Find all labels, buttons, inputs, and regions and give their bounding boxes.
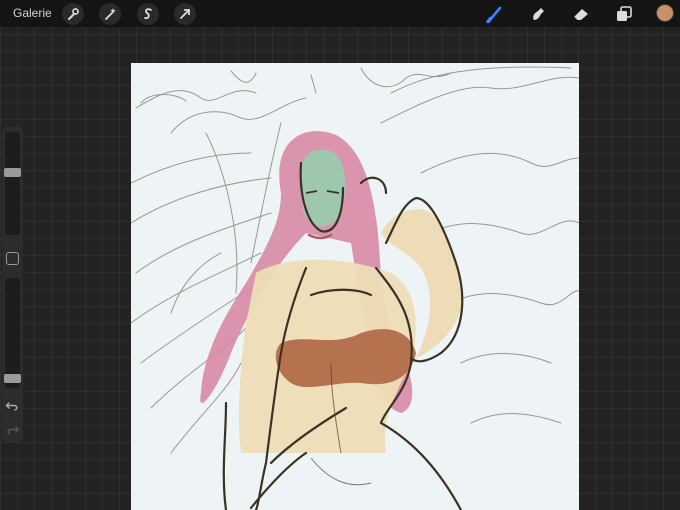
redo-icon[interactable] (5, 424, 20, 436)
smudge-icon[interactable] (527, 3, 549, 25)
color-picker-swatch[interactable] (656, 4, 674, 22)
brush-size-slider[interactable] (4, 132, 21, 235)
selection-s-icon[interactable] (137, 3, 159, 25)
side-toolbar (2, 127, 23, 442)
opacity-handle[interactable] (4, 374, 21, 383)
magic-wand-icon[interactable] (99, 3, 121, 25)
eraser-icon[interactable] (570, 3, 592, 25)
modify-button[interactable] (6, 252, 19, 265)
top-toolbar: Galerie (0, 0, 680, 27)
sketch-artwork (131, 66, 579, 510)
transform-arrow-icon[interactable] (174, 3, 196, 25)
brush-icon[interactable] (484, 3, 506, 25)
wrench-icon[interactable] (62, 3, 84, 25)
undo-icon[interactable] (5, 400, 20, 412)
layers-icon[interactable] (613, 3, 635, 25)
opacity-slider[interactable] (4, 278, 21, 388)
brush-size-handle[interactable] (4, 168, 21, 177)
gallery-button[interactable]: Galerie (13, 6, 52, 20)
drawing-canvas[interactable] (131, 63, 579, 510)
